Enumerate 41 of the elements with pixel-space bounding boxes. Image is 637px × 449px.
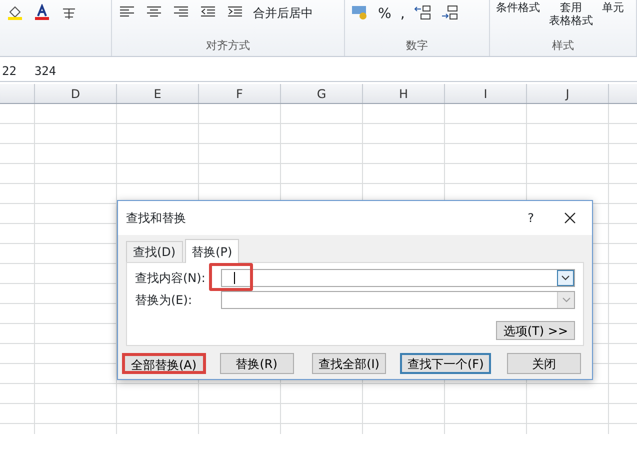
- dialog-title: 查找和替换: [126, 210, 187, 227]
- decrease-decimal-icon[interactable]: [440, 4, 459, 20]
- column-header: G: [281, 84, 363, 103]
- accounting-format-icon[interactable]: [351, 4, 369, 20]
- field-label: 替换为(E):: [135, 292, 193, 309]
- number-format-button[interactable]: ,: [400, 4, 405, 25]
- column-header: I: [445, 84, 527, 103]
- font-color-icon[interactable]: [33, 4, 51, 20]
- column-header: D: [35, 84, 117, 103]
- name-box-text: 22: [2, 62, 16, 80]
- close-icon[interactable]: [564, 212, 576, 224]
- ribbon-button[interactable]: 单元: [602, 1, 624, 14]
- column-header: J: [527, 84, 609, 103]
- dialog-button[interactable]: 查找下一个(F): [400, 353, 491, 374]
- dropdown-button[interactable]: [557, 270, 574, 286]
- group-label: 样式: [551, 38, 575, 54]
- merge-center-button[interactable]: 合并后居中: [253, 4, 313, 22]
- field-label: 查找内容(N):: [135, 270, 206, 287]
- column-header: E: [117, 84, 199, 103]
- dialog-button[interactable]: 查找全部(I): [312, 353, 386, 374]
- dialog-button[interactable]: 关闭: [506, 353, 581, 374]
- help-button[interactable]: ?: [528, 209, 534, 227]
- column-header: F: [199, 84, 281, 103]
- options-button[interactable]: 选项(T) >>: [496, 321, 575, 340]
- chevron-down-icon: [562, 297, 570, 303]
- dialog-tab[interactable]: 查找(D): [126, 241, 183, 262]
- group-label: 数字: [405, 38, 429, 54]
- increase-decimal-icon[interactable]: [414, 4, 432, 20]
- dialog-button[interactable]: 替换(R): [220, 353, 294, 374]
- dialog-tab[interactable]: 替换(P): [184, 239, 240, 263]
- formula-content: 324: [34, 62, 56, 80]
- ribbon-button[interactable]: 表格格式: [549, 14, 593, 28]
- chevron-down-icon: [561, 275, 570, 281]
- dialog-button[interactable]: 全部替换(A): [122, 353, 206, 374]
- ribbon-button[interactable]: 套用: [560, 1, 582, 14]
- number-format-button[interactable]: %: [378, 4, 392, 25]
- group-label: 对齐方式: [205, 38, 251, 54]
- ribbon-button[interactable]: 条件格式: [496, 1, 540, 14]
- column-header: H: [363, 84, 445, 103]
- text-field[interactable]: [221, 269, 575, 287]
- paint-bucket-icon[interactable]: [6, 4, 24, 20]
